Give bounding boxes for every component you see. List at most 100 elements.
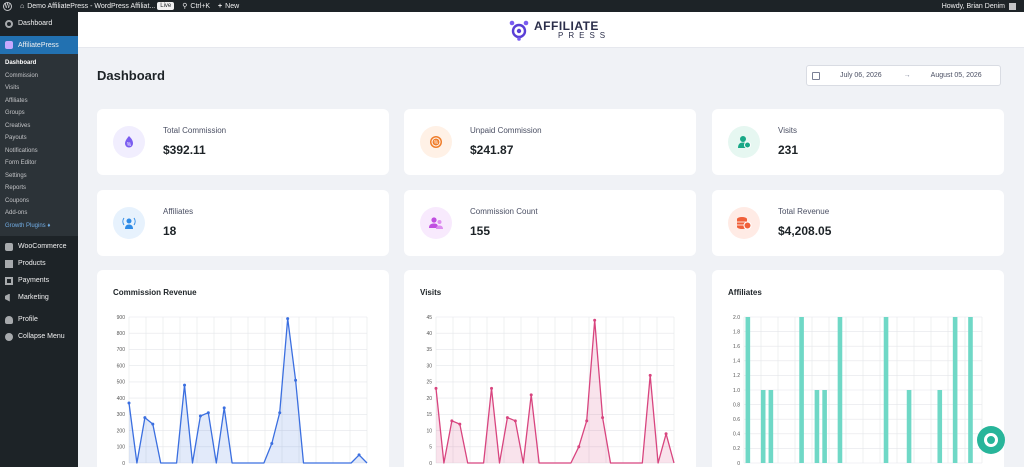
greeting-label: Howdy, Brian Denim <box>941 2 1005 10</box>
new-content-button[interactable]: + New <box>214 0 243 12</box>
wordpress-logo-icon[interactable]: W <box>3 1 12 11</box>
date-range-picker[interactable]: July 06, 2026 → August 05, 2026 <box>806 65 1001 86</box>
submenu-item-affiliates[interactable]: Affiliates <box>0 95 78 108</box>
help-button[interactable] <box>977 426 1005 454</box>
affiliatepress-icon <box>5 41 13 49</box>
y-tick-label: 200 <box>117 428 126 434</box>
bar <box>968 317 973 463</box>
revenue-icon <box>728 207 760 239</box>
commission-revenue-chart: 0 100 200 300 400 500 600 700 800 900 <box>117 315 368 467</box>
stat-label: Total Revenue <box>778 207 830 216</box>
submenu-item-coupons[interactable]: Coupons <box>0 195 78 208</box>
submenu-item-growth-plugins[interactable]: Growth Plugins ♦ <box>0 220 78 233</box>
admin-bar: W ⌂ Demo AffiliatePress - WordPress Affi… <box>0 0 1024 12</box>
user-icon <box>5 315 13 324</box>
sidebar-item-profile[interactable]: Profile <box>0 311 78 328</box>
data-point <box>434 386 438 390</box>
submenu-item-creatives[interactable]: Creatives <box>0 120 78 133</box>
sidebar-item-marketing[interactable]: Marketing <box>0 289 78 306</box>
data-point <box>458 422 462 426</box>
bar <box>760 390 766 463</box>
sidebar-item-label: Dashboard <box>18 20 53 27</box>
y-tick-label: 15 <box>426 412 432 418</box>
data-point <box>206 411 210 415</box>
y-tick-label: 0.4 <box>733 432 740 438</box>
sidebar-item-label: WooCommerce <box>18 243 67 250</box>
y-tick-label: 20 <box>426 396 432 402</box>
data-point <box>585 419 589 423</box>
flame-icon: ♦ <box>47 222 51 229</box>
sidebar-item-dashboard[interactable]: Dashboard <box>0 15 78 32</box>
stat-label: Commission Count <box>470 207 538 216</box>
data-point <box>151 422 155 426</box>
stat-value: $4,208.05 <box>778 224 832 238</box>
y-tick-label: 600 <box>117 363 126 369</box>
submenu-item-visits[interactable]: Visits <box>0 82 78 95</box>
data-point <box>294 378 298 382</box>
visits-chart-card: Visits 0 5 10 15 20 25 30 35 40 45 <box>404 270 696 467</box>
sidebar-item-affiliatepress[interactable]: AffiliatePress <box>0 36 78 54</box>
affiliatepress-logo-icon <box>509 20 529 41</box>
command-palette-button[interactable]: ⚲ Ctrl+K <box>178 0 214 12</box>
submenu-item-payouts[interactable]: Payouts <box>0 132 78 145</box>
affiliatepress-logo: AFFILIATE PRESS <box>508 19 610 41</box>
bar <box>745 317 751 463</box>
affiliates-chart-card: Affiliates 0 0.2 0.4 0.6 0.8 1.0 1.2 1.4 1.6 1.8 2… <box>712 270 1004 467</box>
y-tick-label: 800 <box>117 331 126 337</box>
y-tick-label: 1.8 <box>733 329 740 335</box>
submenu-item-settings[interactable]: Settings <box>0 170 78 183</box>
y-tick-label: 0.8 <box>733 402 740 408</box>
payments-icon <box>5 276 13 285</box>
stat-card-unpaid-commission: % Unpaid Commission $241.87 <box>404 109 696 175</box>
submenu-item-reports[interactable]: Reports <box>0 182 78 195</box>
data-point <box>450 419 454 423</box>
y-tick-label: 25 <box>426 380 432 386</box>
site-name-link[interactable]: ⌂ Demo AffiliatePress - WordPress Affili… <box>16 0 178 12</box>
sidebar-item-woocommerce[interactable]: WooCommerce <box>0 238 78 255</box>
live-badge: Live <box>157 2 175 10</box>
sidebar-item-label: Profile <box>18 316 38 323</box>
data-point <box>222 406 226 410</box>
account-menu[interactable]: Howdy, Brian Denim <box>941 2 1024 10</box>
arrow-right-icon: → <box>903 72 911 79</box>
stat-value: $392.11 <box>163 143 206 157</box>
submenu-item-form-editor[interactable]: Form Editor <box>0 157 78 170</box>
sidebar-item-payments[interactable]: Payments <box>0 272 78 289</box>
collapse-menu-button[interactable]: Collapse Menu <box>0 328 78 345</box>
logo-text-press: PRESS <box>558 31 611 40</box>
products-icon <box>5 259 13 268</box>
y-tick-label: 10 <box>426 428 432 434</box>
svg-text:%: % <box>434 140 439 146</box>
submenu-item-add-ons[interactable]: Add-ons <box>0 207 78 220</box>
site-name-label: Demo AffiliatePress - WordPress Affiliat… <box>27 2 156 10</box>
megaphone-icon <box>5 293 10 302</box>
y-tick-label: 300 <box>117 412 126 418</box>
stat-card-affiliates: Affiliates 18 <box>97 190 389 256</box>
stat-value: $241.87 <box>470 143 514 157</box>
stat-value: 155 <box>470 224 491 238</box>
y-tick-label: 45 <box>426 315 432 321</box>
y-tick-label: 900 <box>117 315 126 321</box>
data-point <box>143 416 147 420</box>
y-tick-label: 1.0 <box>733 388 740 394</box>
submenu-item-notifications[interactable]: Notifications <box>0 145 78 158</box>
commission-icon: % <box>113 126 145 158</box>
affiliates-icon <box>113 207 145 239</box>
bar <box>906 390 912 463</box>
submenu-item-dashboard[interactable]: Dashboard <box>0 57 78 70</box>
submenu-item-groups[interactable]: Groups <box>0 107 78 120</box>
sidebar-item-label: Payments <box>18 277 50 284</box>
commission-count-icon <box>420 207 452 239</box>
y-tick-label: 400 <box>117 396 126 402</box>
avatar <box>1009 2 1016 10</box>
sidebar-item-products[interactable]: Products <box>0 255 78 272</box>
unpaid-commission-icon: % <box>420 126 452 158</box>
data-point <box>198 414 202 418</box>
stat-value: 231 <box>778 143 799 157</box>
bar <box>799 317 804 463</box>
stat-label: Affiliates <box>163 207 194 216</box>
submenu-item-commission[interactable]: Commission <box>0 70 78 83</box>
data-point <box>490 386 494 390</box>
start-date: July 06, 2026 <box>840 72 882 79</box>
y-tick-label: 700 <box>117 347 126 353</box>
